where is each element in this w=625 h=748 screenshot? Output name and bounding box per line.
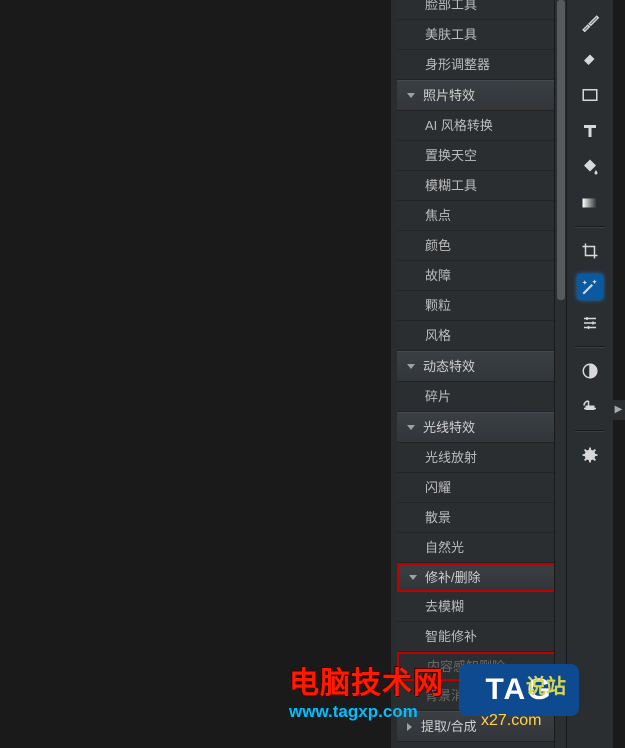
sub-item-color[interactable]: 颜色 xyxy=(397,231,559,261)
right-toolbar xyxy=(566,0,613,748)
label: 碎片 xyxy=(425,389,451,404)
gradient-tool[interactable] xyxy=(577,190,603,216)
sub-item-replace-sky[interactable]: 置换天空 xyxy=(397,141,559,171)
category-repair-remove[interactable]: 修补/删除 xyxy=(397,563,559,592)
label: 自然光 xyxy=(425,540,464,555)
label: 内容感知删除 xyxy=(427,659,505,674)
label: AI 风格转换 xyxy=(425,118,493,133)
label: 身形调整器 xyxy=(425,57,490,72)
label: 脸部工具 xyxy=(425,0,477,12)
toolbar-separator xyxy=(575,430,605,432)
chevron-down-icon xyxy=(407,93,415,98)
category-photo-effects[interactable]: 照片特效 xyxy=(397,80,559,111)
sub-item-glitch[interactable]: 故障 xyxy=(397,261,559,291)
chevron-down-icon xyxy=(409,575,417,580)
label: 散景 xyxy=(425,510,451,525)
category-dynamic-effects[interactable]: 动态特效 xyxy=(397,351,559,382)
effects-panel: 脸部工具 美肤工具 身形调整器 照片特效 AI 风格转换 置换天空 模糊工具 焦… xyxy=(390,0,566,748)
text-tool[interactable] xyxy=(577,118,603,144)
align-icon xyxy=(581,398,599,416)
adjustments-tool[interactable] xyxy=(577,310,603,336)
sub-item-bokeh[interactable]: 散景 xyxy=(397,503,559,533)
label: 闪耀 xyxy=(425,480,451,495)
label: 故障 xyxy=(425,268,451,283)
rectangle-tool[interactable] xyxy=(577,82,603,108)
label: 颗粒 xyxy=(425,298,451,313)
label: 颜色 xyxy=(425,238,451,253)
expand-panel-tab[interactable]: ▶ xyxy=(612,400,625,420)
chevron-right-icon xyxy=(407,723,412,731)
label: 焦点 xyxy=(425,208,451,223)
chevron-right-icon: ▶ xyxy=(615,404,623,415)
sub-item-focus[interactable]: 焦点 xyxy=(397,201,559,231)
sub-item-body-shaper[interactable]: 身形调整器 xyxy=(397,50,559,80)
category-label: 照片特效 xyxy=(423,81,475,110)
magic-wand-icon xyxy=(581,278,599,296)
adjustments-icon xyxy=(581,314,599,332)
label: 光线放射 xyxy=(425,450,477,465)
sub-item-skin-tools[interactable]: 美肤工具 xyxy=(397,20,559,50)
contrast-tool[interactable] xyxy=(577,358,603,384)
chevron-down-icon xyxy=(407,425,415,430)
align-tool[interactable] xyxy=(577,394,603,420)
category-label: 动态特效 xyxy=(423,352,475,381)
label: 美肤工具 xyxy=(425,27,477,42)
label: 风格 xyxy=(425,328,451,343)
sub-item-sparkle[interactable]: 闪耀 xyxy=(397,473,559,503)
panel-scrollbar-thumb[interactable] xyxy=(557,0,565,300)
gear-icon xyxy=(581,446,599,464)
magic-wand-tool[interactable] xyxy=(577,274,603,300)
fill-tool[interactable] xyxy=(577,154,603,180)
crop-icon xyxy=(581,242,599,260)
sub-item-grain[interactable]: 颗粒 xyxy=(397,291,559,321)
eraser-tool[interactable] xyxy=(577,46,603,72)
eraser-icon xyxy=(581,50,599,68)
sub-item-natural-light[interactable]: 自然光 xyxy=(397,533,559,563)
sub-item-smart-patch[interactable]: 智能修补 xyxy=(397,622,559,652)
label: 置换天空 xyxy=(425,148,477,163)
label: 智能修补 xyxy=(425,629,477,644)
brush-icon xyxy=(581,14,599,32)
category-light-effects[interactable]: 光线特效 xyxy=(397,412,559,443)
toolbar-separator xyxy=(575,346,605,348)
category-label: 光线特效 xyxy=(423,413,475,442)
sub-item-shatter[interactable]: 碎片 xyxy=(397,382,559,412)
crop-tool[interactable] xyxy=(577,238,603,264)
gradient-icon xyxy=(581,194,599,212)
category-extract-compose[interactable]: 提取/合成 xyxy=(397,711,559,742)
sub-item-content-aware-remove[interactable]: 内容感知删除 xyxy=(397,652,559,681)
label: 去模糊 xyxy=(425,599,464,614)
chevron-down-icon xyxy=(407,364,415,369)
toolbar-separator xyxy=(575,226,605,228)
contrast-circle-icon xyxy=(581,362,599,380)
sub-item-light-rays[interactable]: 光线放射 xyxy=(397,443,559,473)
label: 背景消除 xyxy=(425,688,477,703)
sub-item-blur-tools[interactable]: 模糊工具 xyxy=(397,171,559,201)
category-label: 提取/合成 xyxy=(421,712,477,741)
sub-item-ai-style[interactable]: AI 风格转换 xyxy=(397,111,559,141)
rectangle-icon xyxy=(581,86,599,104)
label: 模糊工具 xyxy=(425,178,477,193)
sub-item-background-remove[interactable]: 背景消除 xyxy=(397,681,559,711)
settings-tool[interactable] xyxy=(577,442,603,468)
text-icon xyxy=(581,122,599,140)
sub-item-face-tools[interactable]: 脸部工具 xyxy=(397,0,559,20)
sub-item-style[interactable]: 风格 xyxy=(397,321,559,351)
fill-icon xyxy=(581,158,599,176)
sub-item-deblur[interactable]: 去模糊 xyxy=(397,592,559,622)
brush-tool[interactable] xyxy=(577,10,603,36)
canvas-area[interactable] xyxy=(0,0,390,748)
category-label: 修补/删除 xyxy=(425,565,481,590)
